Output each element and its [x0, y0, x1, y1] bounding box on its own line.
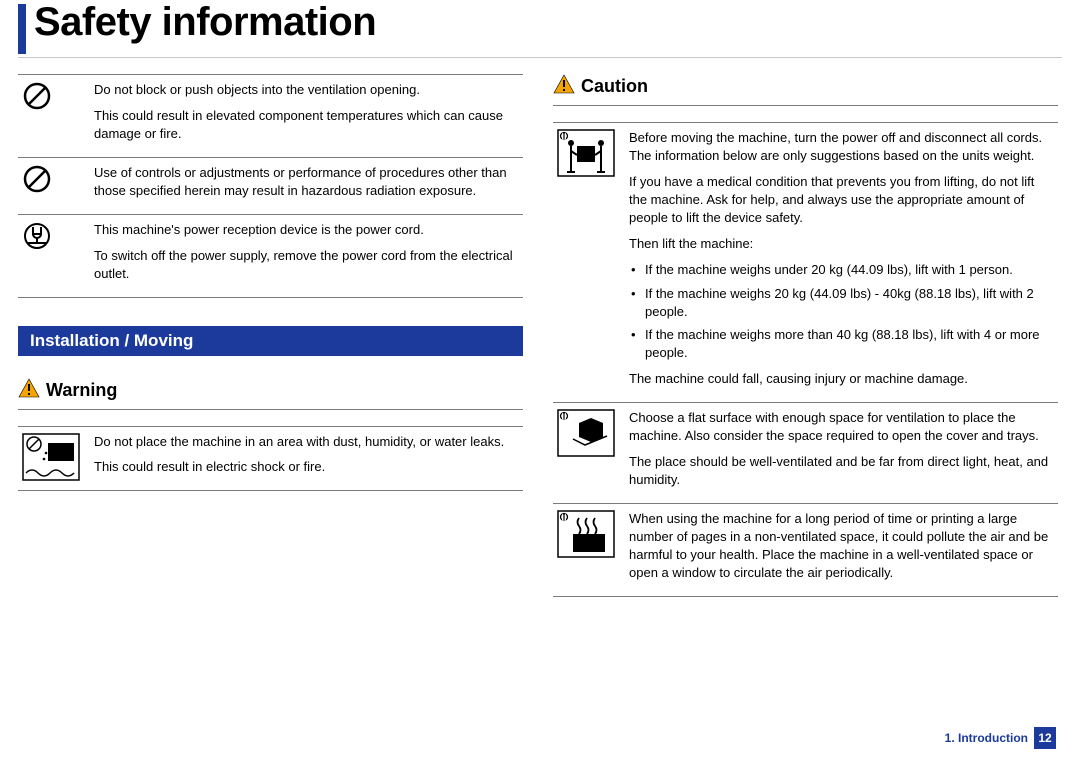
main-columns: Do not block or push objects into the ve…	[18, 74, 1062, 597]
caution-divider	[553, 105, 1058, 106]
page-title: Safety information	[34, 0, 376, 45]
warning-label: Warning	[46, 380, 117, 401]
paragraph: Choose a flat surface with enough space …	[629, 409, 1052, 445]
caution-table: Before moving the machine, turn the powe…	[553, 122, 1058, 597]
header-divider	[18, 57, 1062, 58]
section-heading: Installation / Moving	[18, 326, 523, 356]
warning-table: Do not place the machine in an area with…	[18, 426, 523, 492]
paragraph: Use of controls or adjustments or perfor…	[94, 164, 517, 200]
caution-icon	[553, 74, 575, 99]
list-item: If the machine weighs under 20 kg (44.09…	[629, 261, 1052, 279]
paragraph: This could result in electric shock or f…	[94, 458, 517, 476]
paragraph: Do not block or push objects into the ve…	[94, 81, 517, 99]
prohibit-icon	[18, 75, 88, 158]
accent-bar	[18, 4, 26, 54]
paragraph: When using the machine for a long period…	[629, 510, 1052, 582]
table-row: Use of controls or adjustments or perfor…	[18, 157, 523, 214]
table-row: Before moving the machine, turn the powe…	[553, 123, 1058, 403]
safety-table: Do not block or push objects into the ve…	[18, 74, 523, 298]
paragraph: The machine could fall, causing injury o…	[629, 370, 1052, 388]
heat-waves-icon	[553, 504, 623, 597]
two-lift-icon	[553, 123, 623, 403]
cell-text: When using the machine for a long period…	[623, 504, 1058, 597]
page-footer: 1. Introduction 12	[945, 727, 1056, 749]
prohibit-icon	[18, 157, 88, 214]
paragraph: Before moving the machine, turn the powe…	[629, 129, 1052, 165]
cell-text: Before moving the machine, turn the powe…	[623, 123, 1058, 403]
paragraph: If you have a medical condition that pre…	[629, 173, 1052, 227]
warning-icon	[18, 378, 40, 403]
caution-heading: Caution	[553, 74, 1058, 99]
warning-divider	[18, 409, 523, 410]
paragraph: Do not place the machine in an area with…	[94, 433, 517, 451]
cell-text: This machine's power reception device is…	[88, 214, 523, 297]
table-row: This machine's power reception device is…	[18, 214, 523, 297]
paragraph: The place should be well-ventilated and …	[629, 453, 1052, 489]
caution-label: Caution	[581, 76, 648, 97]
box-surface-icon	[553, 403, 623, 504]
table-row: Do not place the machine in an area with…	[18, 426, 523, 491]
paragraph: Then lift the machine:	[629, 235, 1052, 253]
cell-text: Do not place the machine in an area with…	[88, 426, 523, 491]
no-water-icon	[18, 426, 88, 491]
list-item: If the machine weighs more than 40 kg (8…	[629, 326, 1052, 362]
bullet-list: If the machine weighs under 20 kg (44.09…	[629, 261, 1052, 363]
plug-icon	[18, 214, 88, 297]
right-column: Caution	[553, 74, 1058, 597]
left-column: Do not block or push objects into the ve…	[18, 74, 523, 597]
paragraph: This machine's power reception device is…	[94, 221, 517, 239]
warning-heading: Warning	[18, 378, 523, 403]
page-number: 12	[1034, 727, 1056, 749]
paragraph: To switch off the power supply, remove t…	[94, 247, 517, 283]
footer-label: 1. Introduction	[945, 731, 1028, 745]
table-row: Do not block or push objects into the ve…	[18, 75, 523, 158]
cell-text: Do not block or push objects into the ve…	[88, 75, 523, 158]
list-item: If the machine weighs 20 kg (44.09 lbs) …	[629, 285, 1052, 321]
table-row: Choose a flat surface with enough space …	[553, 403, 1058, 504]
paragraph: This could result in elevated component …	[94, 107, 517, 143]
table-row: When using the machine for a long period…	[553, 504, 1058, 597]
cell-text: Choose a flat surface with enough space …	[623, 403, 1058, 504]
page-header: Safety information	[18, 0, 1062, 54]
cell-text: Use of controls or adjustments or perfor…	[88, 157, 523, 214]
